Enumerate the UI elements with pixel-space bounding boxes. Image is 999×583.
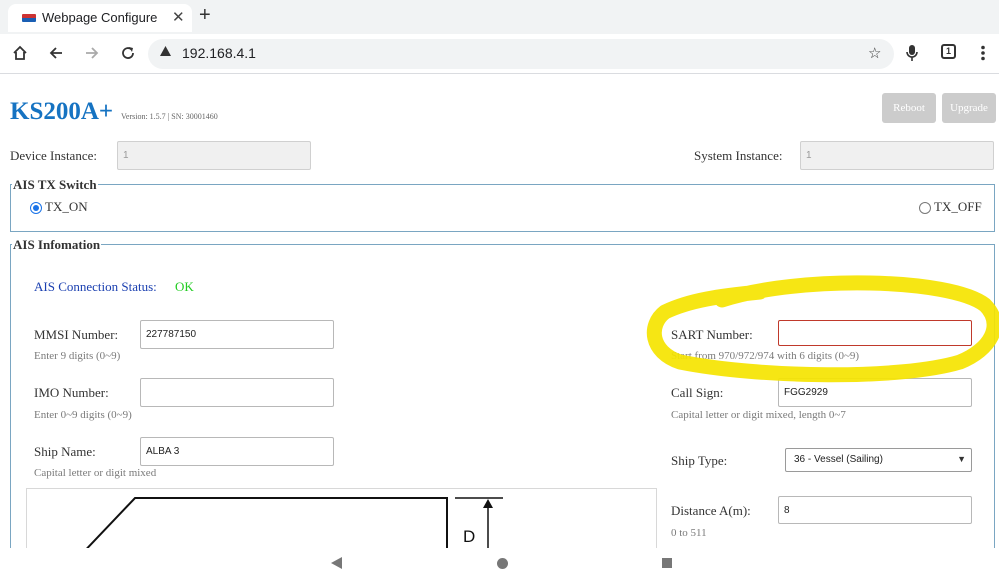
ship-name-hint: Capital letter or digit mixed bbox=[34, 467, 157, 479]
sart-number-input[interactable] bbox=[778, 320, 972, 346]
nav-home-icon[interactable] bbox=[497, 558, 508, 569]
android-nav-bar bbox=[0, 548, 999, 583]
sart-number-hint: Start from 970/972/974 with 6 digits (0~… bbox=[671, 350, 860, 362]
system-instance-label: System Instance: bbox=[694, 148, 783, 163]
ais-tx-switch-fieldset bbox=[10, 184, 995, 232]
diagram-d-label: D bbox=[463, 527, 476, 546]
nav-back-icon[interactable] bbox=[331, 557, 342, 569]
star-icon[interactable]: ☆ bbox=[868, 44, 881, 62]
reboot-button[interactable]: Reboot bbox=[882, 93, 936, 123]
address-bar[interactable]: 192.168.4.1 ☆ bbox=[148, 39, 894, 69]
imo-hint: Enter 0~9 digits (0~9) bbox=[34, 409, 132, 421]
back-arrow-icon[interactable] bbox=[48, 45, 64, 61]
page-content: KS200A+ Version: 1.5.7 | SN: 30001460 Re… bbox=[0, 74, 999, 548]
forward-arrow-icon[interactable] bbox=[84, 45, 100, 61]
imo-input[interactable] bbox=[140, 378, 334, 407]
mmsi-hint: Enter 9 digits (0~9) bbox=[34, 350, 121, 362]
chevron-down-icon: ▼ bbox=[957, 454, 966, 464]
upgrade-button[interactable]: Upgrade bbox=[942, 93, 996, 123]
distance-a-input[interactable]: 8 bbox=[778, 496, 972, 524]
warning-triangle-icon[interactable] bbox=[159, 45, 172, 57]
browser-tab-strip: Webpage Configure ✕ + bbox=[0, 0, 999, 34]
tx-off-label[interactable]: TX_OFF bbox=[934, 199, 982, 215]
version-info: Version: 1.5.7 | SN: 30001460 bbox=[121, 112, 218, 121]
ship-type-selected-value: 36 - Vessel (Sailing) bbox=[794, 454, 883, 465]
call-sign-input[interactable]: FGG2929 bbox=[778, 378, 972, 407]
ship-dimension-diagram: D bbox=[26, 488, 657, 548]
browser-tab[interactable]: Webpage Configure ✕ bbox=[8, 4, 192, 32]
ais-tx-switch-legend: AIS TX Switch bbox=[12, 177, 98, 193]
tx-on-radio[interactable] bbox=[30, 202, 42, 214]
microphone-icon[interactable] bbox=[905, 44, 919, 62]
nav-recents-icon[interactable] bbox=[662, 558, 672, 568]
site-favicon-icon bbox=[22, 14, 36, 22]
ais-connection-status-label: AIS Connection Status: bbox=[34, 279, 157, 294]
sart-number-label: SART Number: bbox=[671, 327, 753, 342]
tx-off-radio[interactable] bbox=[919, 202, 931, 214]
tab-switcher-button[interactable]: 1 bbox=[941, 44, 956, 59]
kebab-menu-icon[interactable] bbox=[980, 45, 986, 61]
distance-a-hint: 0 to 511 bbox=[671, 527, 707, 539]
distance-a-label: Distance A(m): bbox=[671, 503, 751, 518]
new-tab-button[interactable]: + bbox=[199, 4, 211, 27]
imo-label: IMO Number: bbox=[34, 385, 109, 400]
browser-toolbar: 192.168.4.1 ☆ 1 bbox=[0, 34, 999, 74]
device-instance-input[interactable]: 1 bbox=[117, 141, 311, 170]
ship-type-label: Ship Type: bbox=[671, 453, 728, 468]
tab-title: Webpage Configure bbox=[42, 10, 158, 25]
home-icon[interactable] bbox=[12, 45, 28, 61]
url-text[interactable]: 192.168.4.1 bbox=[182, 45, 256, 61]
tx-on-label[interactable]: TX_ON bbox=[45, 199, 88, 215]
system-instance-input[interactable]: 1 bbox=[800, 141, 994, 170]
reload-icon[interactable] bbox=[120, 45, 136, 61]
mmsi-input[interactable]: 227787150 bbox=[140, 320, 334, 349]
device-instance-label: Device Instance: bbox=[10, 148, 97, 163]
ship-name-input[interactable]: ALBA 3 bbox=[140, 437, 334, 466]
call-sign-hint: Capital letter or digit mixed, length 0~… bbox=[671, 409, 846, 421]
call-sign-label: Call Sign: bbox=[671, 385, 724, 400]
device-brand-title: KS200A+ bbox=[10, 98, 114, 125]
ship-type-select[interactable]: 36 - Vessel (Sailing) ▼ bbox=[785, 448, 972, 472]
mmsi-label: MMSI Number: bbox=[34, 327, 119, 342]
ais-info-legend: AIS Infomation bbox=[12, 237, 102, 253]
ship-name-label: Ship Name: bbox=[34, 444, 96, 459]
tab-close-icon[interactable]: ✕ bbox=[172, 8, 185, 26]
ais-connection-status-value: OK bbox=[175, 279, 194, 294]
ship-outline-graphic bbox=[86, 497, 503, 548]
